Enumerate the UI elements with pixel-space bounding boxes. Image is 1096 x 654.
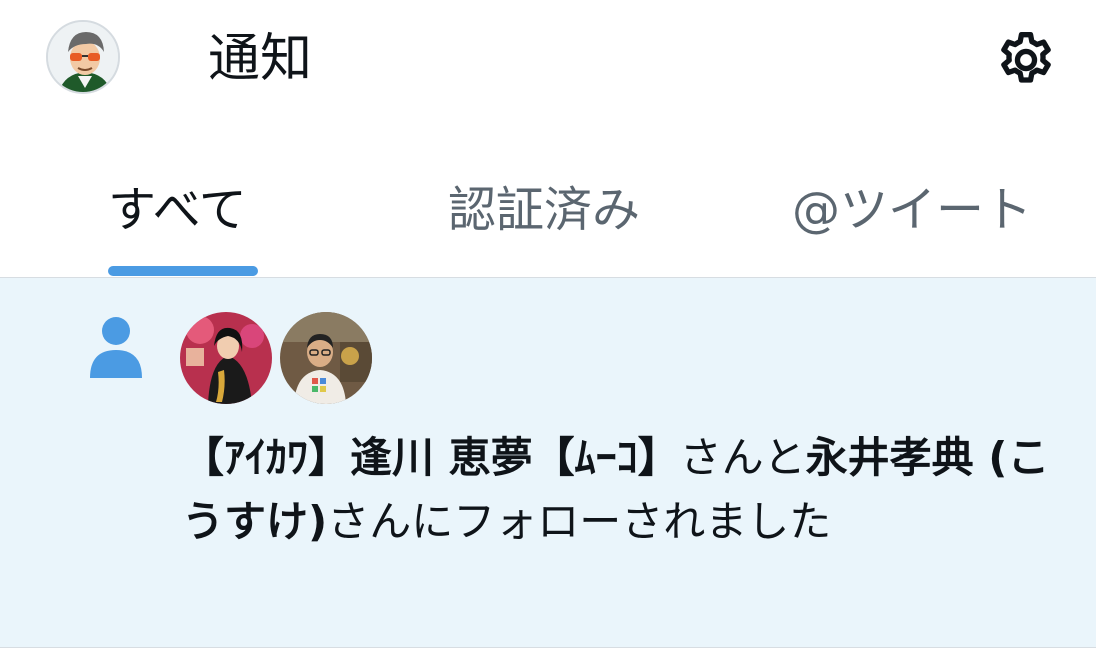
follower-avatar-image	[280, 312, 372, 404]
notification-suffix: さんにフォローされました	[327, 497, 832, 546]
page-title: 通知	[208, 29, 313, 89]
follower-avatar[interactable]	[180, 312, 272, 404]
person-icon	[90, 317, 142, 378]
avatar-image	[48, 22, 118, 92]
tab-all[interactable]: すべて	[108, 178, 247, 242]
active-tab-indicator	[108, 266, 258, 276]
follower-name[interactable]: 【ｱｲｶﾜ】逢川 恵夢【ﾑｰｺ】	[182, 433, 680, 482]
notification-text: 【ｱｲｶﾜ】逢川 恵夢【ﾑｰｺ】さんと永井孝典 (こうすけ)さんにフォローされま…	[182, 426, 1062, 554]
notification-tabs: すべて 認証済み @ツイート	[0, 130, 1096, 278]
follower-avatar-image	[180, 312, 272, 404]
gear-icon	[1001, 31, 1051, 83]
follower-avatar[interactable]	[280, 312, 372, 404]
connector-text: さんと	[679, 433, 806, 482]
user-avatar[interactable]	[46, 20, 120, 94]
tab-mentions[interactable]: @ツイート	[792, 178, 1032, 242]
follow-notification[interactable]: 【ｱｲｶﾜ】逢川 恵夢【ﾑｰｺ】さんと永井孝典 (こうすけ)さんにフォローされま…	[0, 278, 1096, 648]
tab-verified[interactable]: 認証済み	[448, 178, 640, 242]
settings-button[interactable]	[994, 28, 1058, 92]
top-bar: 通知	[0, 0, 1096, 130]
